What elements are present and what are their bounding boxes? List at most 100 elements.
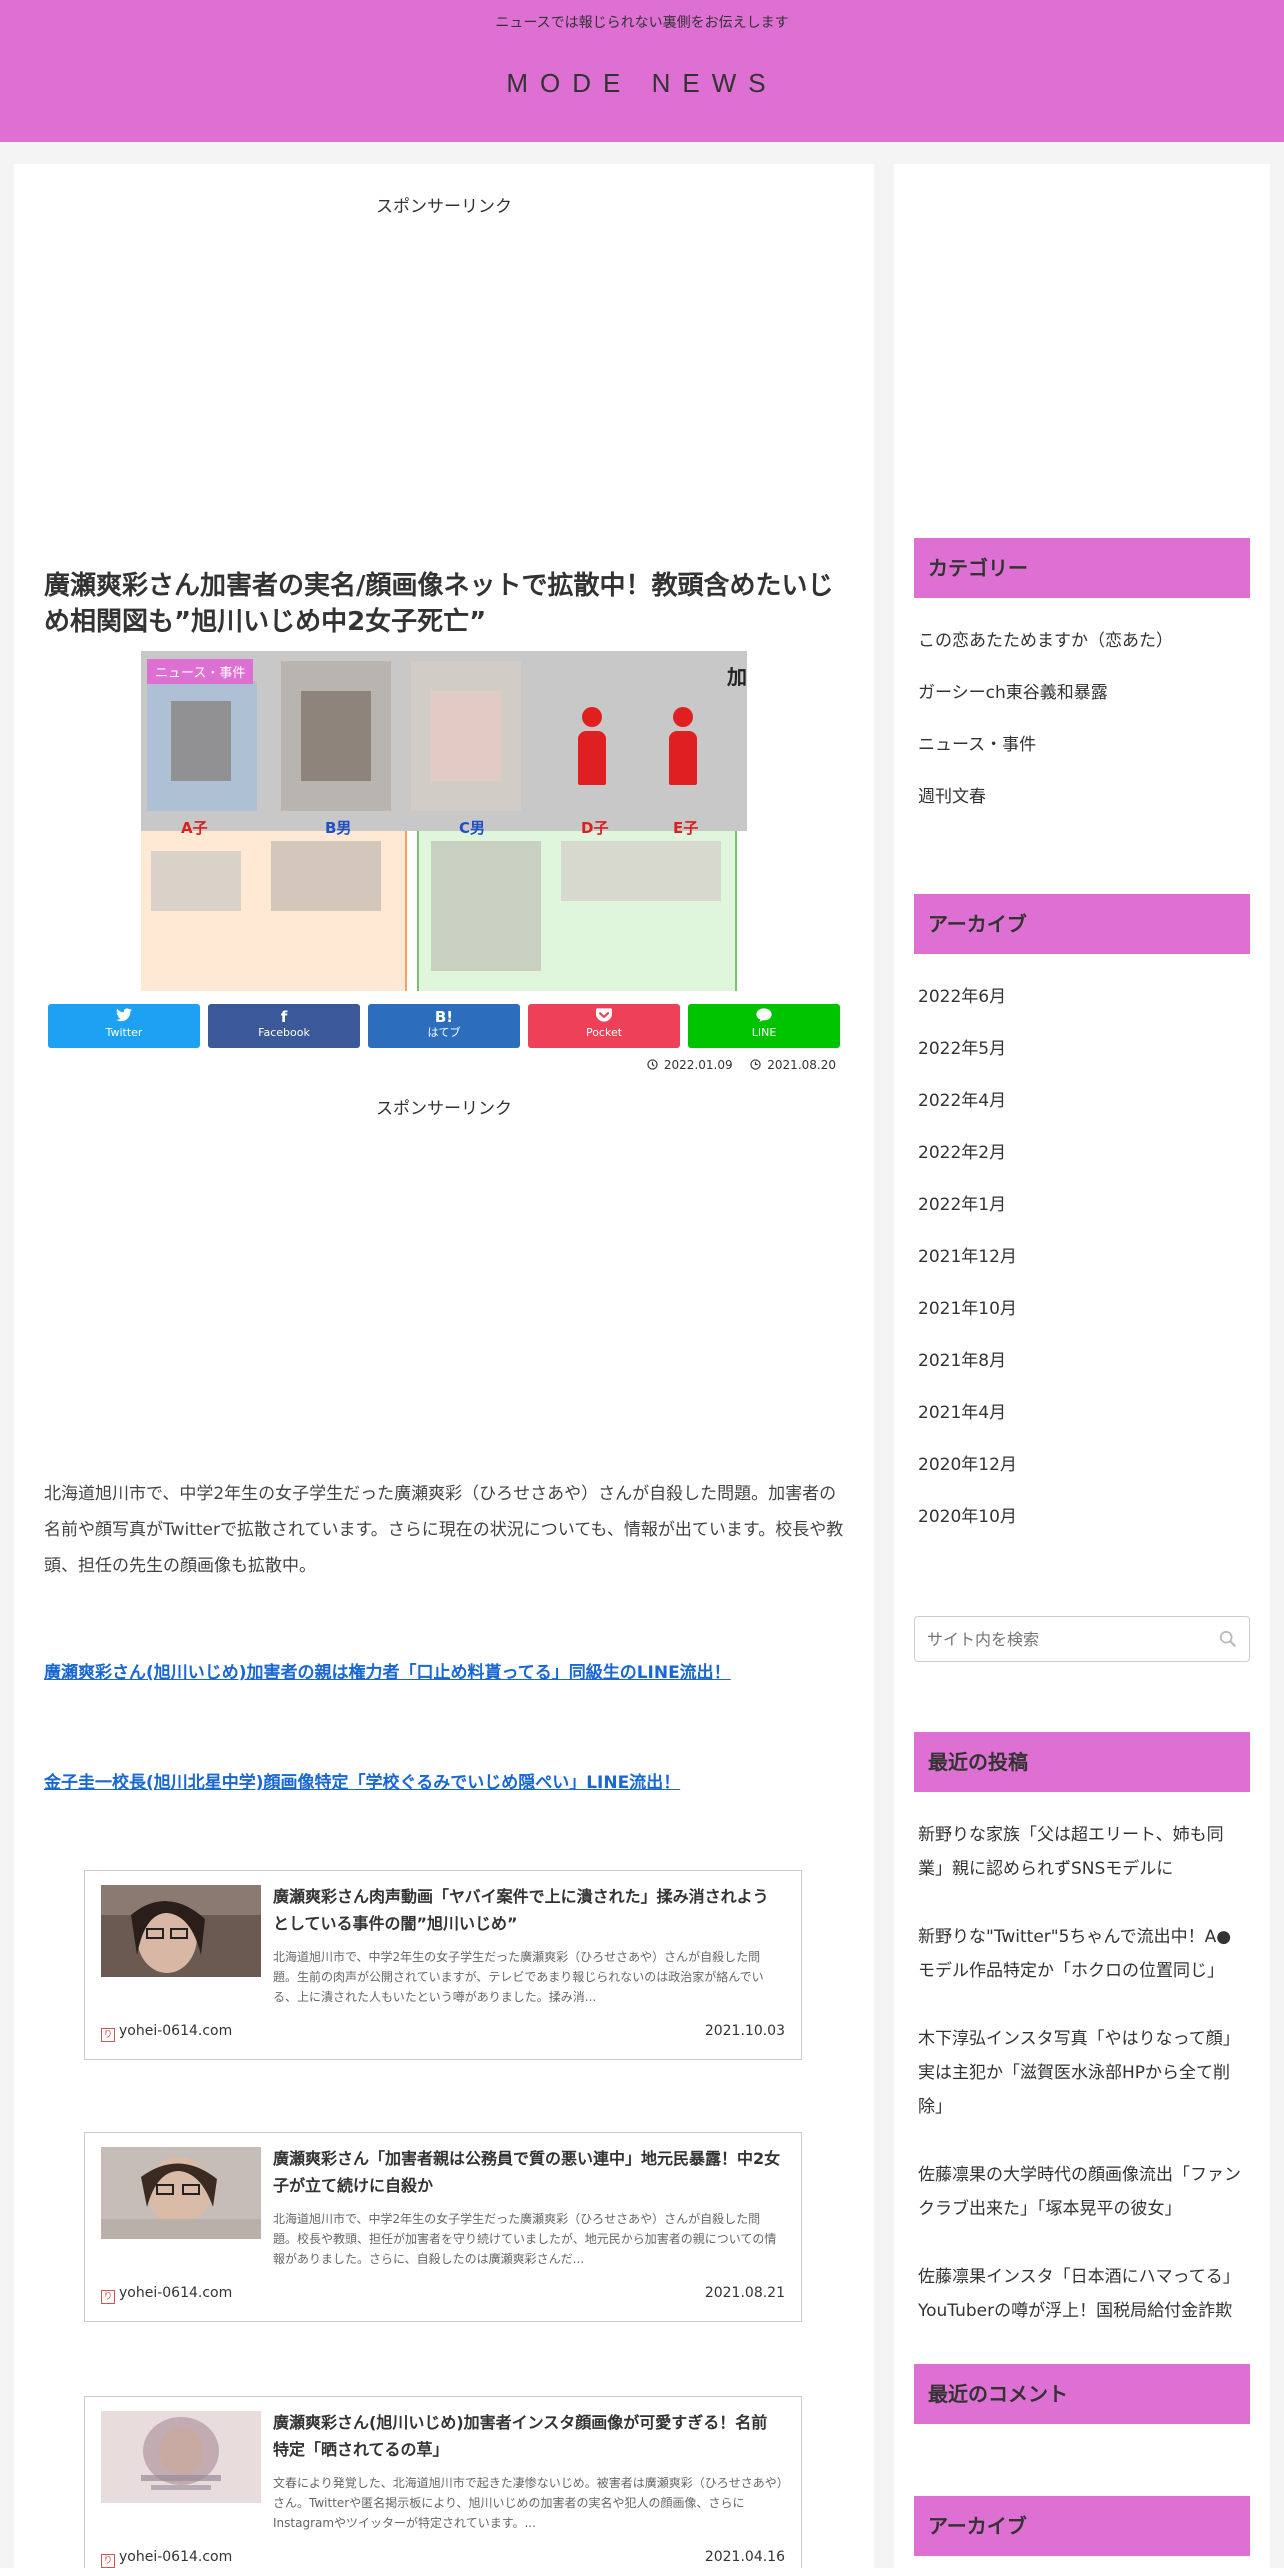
blog-card-2[interactable]: 廣瀬爽彩さん「加害者親は公務員で質の悪い連中」地元民暴露！中2女子が立て続けに自… (84, 2132, 802, 2322)
sidebar-archive-9[interactable]: 2021年4月 (918, 1396, 1248, 1430)
mosaic-text-2 (271, 841, 381, 911)
sidebar-archive-1[interactable]: 2022年6月 (918, 980, 1248, 1014)
published-date-text: 2021.08.20 (767, 1058, 836, 1072)
sidebar-archive-5[interactable]: 2022年1月 (918, 1188, 1248, 1222)
sidebar-archive-11[interactable]: 2020年10月 (918, 1500, 1248, 1534)
updated-date-text: 2022.01.09 (663, 1058, 733, 1072)
share-pocket-button[interactable]: Pocket (528, 1004, 680, 1048)
widget-title-recent-posts: 最近の投稿 (914, 1732, 1250, 1792)
history-icon (647, 1059, 658, 1070)
related-link-1[interactable]: 廣瀬爽彩さん(旭川いじめ)加害者の親は権力者「口止め料貰ってる」同級生のLINE… (44, 1658, 731, 1683)
sidebar-recent-post-1[interactable]: 新野りな家族「父は超エリート、姉も同業」親に認められずSNSモデルに (918, 1818, 1248, 1886)
share-facebook-label: Facebook (258, 1026, 310, 1039)
search-input[interactable] (927, 1617, 1207, 1661)
card-date-2: 2021.08.21 (704, 2285, 785, 2301)
share-twitter-button[interactable]: Twitter (48, 1004, 200, 1048)
silhouette-d-icon (578, 707, 606, 785)
card-snippet-3: 文春により発覚した、北海道旭川市で起きた凄惨ないじめ。被害者は廣瀬爽彩（ひろせさ… (273, 2476, 783, 2530)
line-icon (688, 1004, 840, 1026)
sidebar-category-2[interactable]: ガーシーch東谷義和暴露 (918, 676, 1248, 710)
eyecatch-label-c: C男 (459, 819, 486, 837)
share-facebook-button[interactable]: f Facebook (208, 1004, 360, 1048)
eyecatch-label-d: D子 (581, 819, 609, 837)
card-date-3: 2021.04.16 (704, 2549, 785, 2565)
card-thumbnail-3 (101, 2411, 261, 2503)
card-site-2: り yohei-0614.com (101, 2285, 232, 2304)
pocket-icon (528, 1004, 680, 1026)
eyecatch-label-b: B男 (325, 819, 352, 837)
favicon-icon: り (101, 2028, 115, 2042)
sidebar-category-4[interactable]: 週刊文春 (918, 780, 1248, 814)
sidebar-archive-8[interactable]: 2021年8月 (918, 1344, 1248, 1378)
share-buttons: Twitter f Facebook B! はてブ Pocket LINE (48, 1004, 840, 1048)
share-hatena-button[interactable]: B! はてブ (368, 1004, 520, 1048)
card-thumbnail-2 (101, 2147, 261, 2239)
facebook-icon: f (280, 1008, 288, 1026)
sidebar-recent-post-2[interactable]: 新野りな"Twitter"5ちゃんで流出中！A●モデル作品特定か「ホクロの位置同… (918, 1920, 1248, 1988)
sidebar: カテゴリー この恋あたためますか（恋あた） ガーシーch東谷義和暴露 ニュース・… (894, 164, 1270, 2568)
mosaic-face-b-inner (301, 691, 371, 781)
post-dates: 2022.01.09 2021.08.20 (633, 1058, 836, 1072)
published-date: 2021.08.20 (750, 1058, 836, 1072)
sidebar-ad-slot[interactable] (914, 184, 1250, 484)
ad-slot-top[interactable] (44, 224, 844, 524)
favicon-icon: り (101, 2290, 115, 2304)
article-intro: 北海道旭川市で、中学2年生の女子学生だった廣瀬爽彩（ひろせさあや）さんが自殺した… (44, 1484, 844, 1576)
main-content: スポンサーリンク 廣瀬爽彩さん加害者の実名/顔画像ネットで拡散中！教頭含めたいじ… (14, 164, 874, 2568)
search-icon[interactable] (1219, 1630, 1237, 1648)
clock-icon (750, 1059, 762, 1070)
silhouette-e-icon (669, 707, 697, 785)
eyecatch-image[interactable]: A子 B男 C男 D子 E子 加 ニュース・事件 (141, 651, 747, 991)
widget-title-categories: カテゴリー (914, 538, 1250, 598)
favicon-icon: り (101, 2554, 115, 2568)
sidebar-search (914, 1616, 1250, 1662)
eyecatch-label-e: E子 (673, 819, 699, 837)
sidebar-archive-4[interactable]: 2022年2月 (918, 1136, 1248, 1170)
sidebar-recent-post-5[interactable]: 佐藤凛果インスタ「日本酒にハマってる」YouTuberの噂が浮上！国税局給付金詐… (918, 2260, 1248, 2328)
mosaic-text-3 (431, 841, 541, 971)
mosaic-text-1 (151, 851, 241, 911)
card-site-3: り yohei-0614.com (101, 2549, 232, 2568)
card-date-1: 2021.10.03 (704, 2023, 785, 2039)
sponsor-label-2: スポンサーリンク (376, 1099, 512, 1119)
blog-card-1[interactable]: 廣瀬爽彩さん肉声動画「ヤバイ案件で上に潰された」揉み消されようとしている事件の闇… (84, 1870, 802, 2060)
widget-title-archive: アーカイブ (914, 894, 1250, 954)
mosaic-face-c-inner (431, 691, 501, 781)
sidebar-recent-post-3[interactable]: 木下淳弘インスタ写真「やはりなって顔」実は主犯か「滋賀医水泳部HPから全て削除」 (918, 2022, 1248, 2124)
twitter-icon (48, 1004, 200, 1026)
share-twitter-label: Twitter (105, 1026, 143, 1039)
category-badge[interactable]: ニュース・事件 (147, 659, 254, 684)
card-snippet-1: 北海道旭川市で、中学2年生の女子学生だった廣瀬爽彩（ひろせさあや）さんが自殺した… (273, 1950, 764, 2004)
widget-title-recent-comments: 最近のコメント (914, 2364, 1250, 2424)
sidebar-archive-7[interactable]: 2021年10月 (918, 1292, 1248, 1326)
eyecatch-divider (405, 831, 407, 991)
related-link-2[interactable]: 金子圭一校長(旭川北星中学)顔画像特定「学校ぐるみでいじめ隠ぺい」LINE流出！ (44, 1768, 680, 1793)
share-line-label: LINE (751, 1026, 777, 1039)
share-pocket-label: Pocket (585, 1026, 623, 1039)
sidebar-archive-3[interactable]: 2022年4月 (918, 1084, 1248, 1118)
sidebar-archive-2[interactable]: 2022年5月 (918, 1032, 1248, 1066)
card-snippet-2: 北海道旭川市で、中学2年生の女子学生だった廣瀬爽彩（ひろせさあや）さんが自殺した… (273, 2212, 777, 2266)
share-hatena-label: はてブ (427, 1026, 461, 1039)
share-line-button[interactable]: LINE (688, 1004, 840, 1048)
site-header: ニュースでは報じられない裏側をお伝えします MODE NEWS (0, 0, 1284, 142)
eyecatch-label-a: A子 (181, 819, 208, 837)
card-title-1: 廣瀬爽彩さん肉声動画「ヤバイ案件で上に潰された」揉み消されようとしている事件の闇… (273, 1887, 769, 1933)
card-title-3: 廣瀬爽彩さん(旭川いじめ)加害者インスタ顔画像が可愛すぎる！名前特定「晒されてる… (273, 2413, 768, 2459)
card-site-1: り yohei-0614.com (101, 2023, 232, 2042)
eyecatch-kanji: 加 (727, 665, 747, 689)
sidebar-recent-post-4[interactable]: 佐藤凛果の大学時代の顔画像流出「ファンクラブ出来た」「塚本晃平の彼女」 (918, 2158, 1248, 2226)
sidebar-archive-10[interactable]: 2020年12月 (918, 1448, 1248, 1482)
widget-title-archive-2: アーカイブ (914, 2496, 1250, 2556)
sidebar-archive-6[interactable]: 2021年12月 (918, 1240, 1248, 1274)
site-title[interactable]: MODE NEWS (0, 68, 1284, 99)
sponsor-label: スポンサーリンク (376, 197, 512, 217)
mosaic-face-a-inner (171, 701, 231, 781)
card-title-2: 廣瀬爽彩さん「加害者親は公務員で質の悪い連中」地元民暴露！中2女子が立て続けに自… (273, 2149, 781, 2195)
hatena-icon: B! (434, 1008, 454, 1026)
mosaic-text-4 (561, 841, 721, 901)
article-title: 廣瀬爽彩さん加害者の実名/顔画像ネットで拡散中！教頭含めたいじめ相関図も”旭川い… (44, 571, 834, 637)
blog-card-3[interactable]: 廣瀬爽彩さん(旭川いじめ)加害者インスタ顔画像が可愛すぎる！名前特定「晒されてる… (84, 2396, 802, 2568)
sidebar-category-3[interactable]: ニュース・事件 (918, 728, 1248, 762)
sidebar-category-1[interactable]: この恋あたためますか（恋あた） (918, 624, 1248, 658)
